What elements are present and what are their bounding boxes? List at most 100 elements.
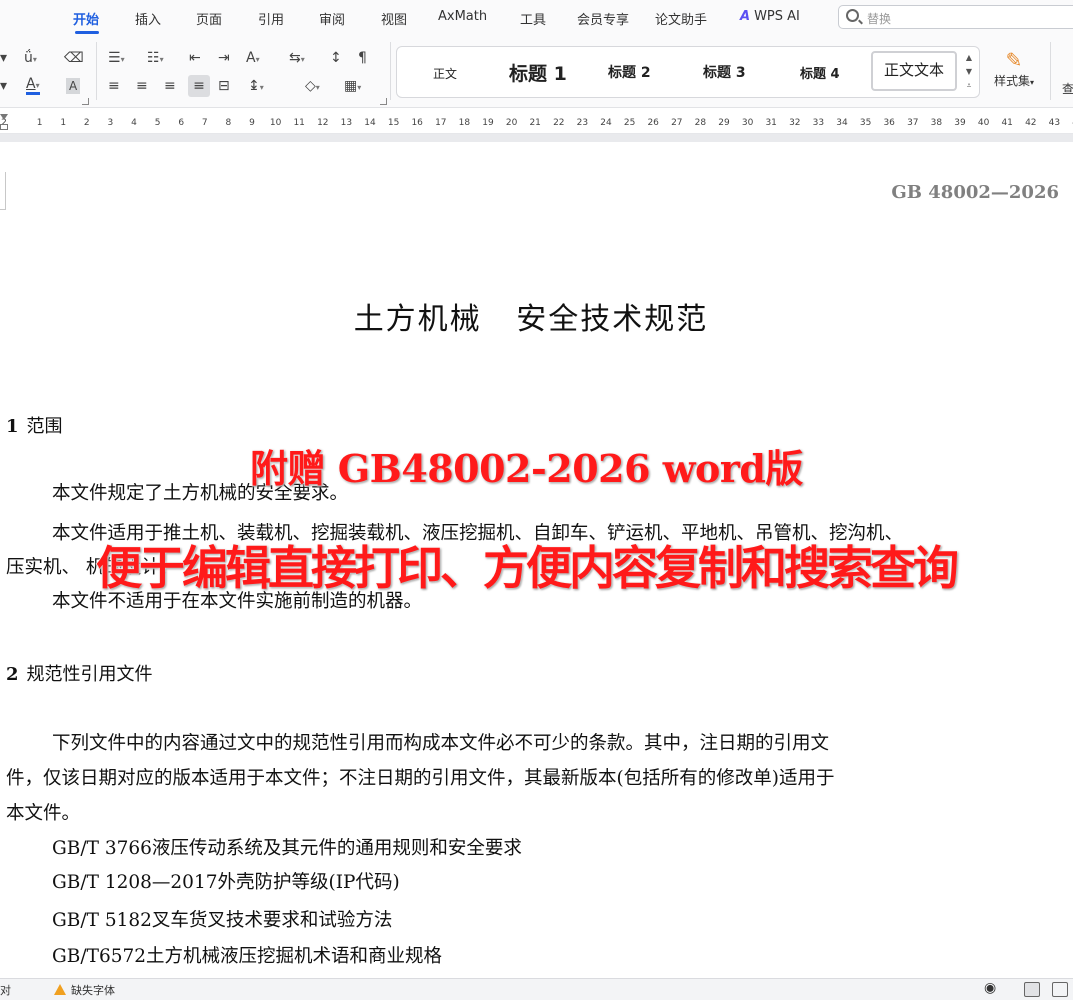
ruler-number: 23: [576, 118, 589, 128]
decrease-indent-icon[interactable]: ⇤: [189, 50, 201, 66]
numbered-list-icon[interactable]: ☷▾: [147, 50, 164, 68]
wps-ai-button[interactable]: A WPS AI: [740, 9, 800, 24]
clear-format-icon[interactable]: ⌫: [64, 50, 84, 66]
style-item-body-text[interactable]: 正文文本: [871, 51, 957, 91]
tab-insert[interactable]: 插入: [135, 9, 161, 28]
ruler-number: 6: [178, 118, 185, 128]
paragraph-dialog-launcher[interactable]: [380, 98, 387, 105]
search-placeholder: 替换: [867, 12, 892, 26]
gallery-expand-icon[interactable]: ⩡: [962, 79, 976, 93]
status-left-label: 对: [0, 984, 11, 997]
ruler-number: 42: [1025, 118, 1037, 128]
ruler-number: 5: [154, 118, 161, 128]
wps-ai-label: WPS AI: [754, 9, 800, 24]
ruler-number: 8: [225, 118, 232, 128]
style-item-heading-4[interactable]: 标题 4: [800, 63, 840, 82]
ruler-number: 13: [340, 118, 353, 128]
tab-review[interactable]: 审阅: [319, 9, 345, 28]
show-marks-icon[interactable]: ¶: [358, 50, 367, 66]
align-center-icon[interactable]: ≡: [136, 78, 148, 94]
ruler-number: 17: [435, 118, 447, 128]
active-tab-indicator: [75, 31, 99, 34]
ruler-number: 36: [883, 118, 895, 128]
font-color-dropdown-icon[interactable]: ▾: [0, 78, 7, 94]
ruler-number: 25: [623, 118, 636, 128]
tab-member[interactable]: 会员专享: [577, 9, 629, 28]
shading-icon[interactable]: ◇▾: [305, 78, 320, 96]
section-number: 2: [6, 664, 19, 685]
tab-page[interactable]: 页面: [196, 9, 222, 28]
section-number: 1: [6, 416, 19, 437]
gallery-scroll[interactable]: ▲ ▼ ⩡: [962, 51, 976, 95]
align-left-icon[interactable]: ≡: [108, 78, 120, 94]
sort-icon[interactable]: ↕: [330, 50, 342, 66]
promo-banner-line-2: 便于编辑直接打印、方便内容复制和搜索查询: [95, 540, 960, 596]
style-set-button[interactable]: ✎ 样式集▾: [988, 48, 1040, 89]
section-title: 范围: [26, 416, 63, 437]
ruler-number: 15: [387, 118, 400, 128]
tab-references[interactable]: 引用: [258, 9, 284, 28]
web-view-icon[interactable]: [1052, 982, 1068, 997]
increase-indent-icon[interactable]: ⇥: [218, 50, 230, 66]
tab-tools[interactable]: 工具: [520, 9, 546, 28]
distributed-align-icon[interactable]: ⊟: [218, 78, 230, 94]
chevron-up-icon[interactable]: ▲: [962, 51, 976, 65]
tab-view[interactable]: 视图: [381, 9, 407, 28]
eye-icon[interactable]: ◉: [984, 980, 996, 996]
section-2-heading: 2 规范性引用文件: [6, 660, 153, 686]
ruler-number: 28: [694, 118, 707, 128]
ruler-number: 38: [930, 118, 943, 128]
borders-icon[interactable]: ▦▾: [344, 78, 361, 96]
line-break-icon[interactable]: ⇆▾: [289, 50, 305, 68]
missing-font-button[interactable]: 缺失字体: [71, 982, 115, 998]
underline-dropdown-icon[interactable]: ▾: [0, 50, 7, 66]
indent-marker-icon[interactable]: [0, 114, 8, 134]
ruler-number: 40: [977, 118, 990, 128]
justify-icon[interactable]: ≡: [188, 75, 210, 97]
char-format-icon[interactable]: A▾: [246, 50, 260, 68]
font-color-swatch: [26, 92, 40, 95]
style-item-heading-3[interactable]: 标题 3: [703, 62, 746, 82]
ruler-number: 18: [458, 118, 471, 128]
ruler-number: 4: [131, 118, 137, 128]
font-dialog-launcher[interactable]: [82, 98, 89, 105]
line-spacing-icon[interactable]: ↨▾: [248, 78, 264, 96]
tab-axmath[interactable]: AxMath: [438, 9, 487, 24]
phonetic-guide-icon[interactable]: ǘ▾: [24, 50, 37, 68]
reference-item: GB/T 1208—2017外壳防护等级(IP代码): [52, 872, 400, 893]
ruler-number: 11: [293, 118, 305, 128]
ruler-number: 34: [836, 118, 848, 128]
ruler-number: 7: [201, 118, 208, 128]
reference-item: GB/T 3766液压传动系统及其元件的通用规则和安全要求: [52, 838, 522, 859]
page-view-icon[interactable]: [1024, 982, 1040, 997]
align-right-icon[interactable]: ≡: [164, 78, 176, 94]
ruler-number: 29: [718, 118, 730, 128]
search-input[interactable]: 替换: [838, 5, 1073, 29]
style-item-heading-1[interactable]: 标题 1: [509, 59, 567, 86]
ruler-number: 33: [812, 118, 825, 128]
ruler-number: 30: [741, 118, 754, 128]
ribbon-toolbar: ▾ ǘ▾ ⌫ ▾ A▾ A ☰▾ ☷▾ ⇤ ⇥ A▾ ⇆▾ ↕ ¶ ≡ ≡ ≡ …: [0, 36, 1073, 108]
ruler-number: 12: [317, 118, 329, 128]
ruler-number: 21: [529, 118, 541, 128]
char-shading-icon[interactable]: A: [66, 78, 81, 94]
warning-icon: [54, 984, 66, 995]
tab-paper-assistant[interactable]: 论文助手: [655, 9, 707, 28]
ribbon-separator: [1050, 42, 1051, 100]
style-item-normal[interactable]: 正文: [433, 65, 457, 82]
find-button[interactable]: 查: [1062, 80, 1073, 97]
chevron-down-icon[interactable]: ▼: [962, 65, 976, 79]
ruler-number: 27: [671, 118, 683, 128]
ruler-number: 44: [1068, 118, 1073, 128]
ruler-number: 41: [1001, 118, 1013, 128]
bullet-list-icon[interactable]: ☰▾: [108, 50, 125, 68]
ruler-number: 16: [411, 118, 423, 128]
style-item-heading-2[interactable]: 标题 2: [608, 62, 651, 82]
ruler-number: 10: [269, 118, 282, 128]
ruler-number: 1: [60, 118, 67, 128]
status-bar: 对 缺失字体 ◉: [0, 978, 1073, 1000]
styles-gallery: 正文 标题 1 标题 2 标题 3 标题 4 正文文本 ▲ ▼ ⩡: [396, 46, 980, 98]
tab-home[interactable]: 开始: [73, 9, 99, 28]
search-icon: [846, 9, 859, 22]
horizontal-ruler[interactable]: 2 1 1 2 3 4 5 6 7 8 9 10 11 12 13 14 15 16 17 18 19 20 21 22 23 2…: [0, 114, 1073, 134]
